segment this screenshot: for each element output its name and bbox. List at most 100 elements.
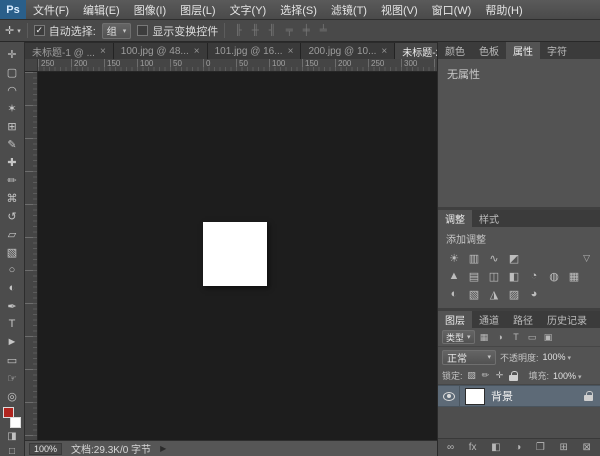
foreground-color-swatch[interactable] (3, 407, 14, 418)
curves-icon[interactable]: ∿ (486, 251, 502, 266)
type-tool[interactable]: T (0, 315, 25, 333)
panel-collapse-icon[interactable]: ▽ (583, 253, 592, 264)
panel-tab[interactable]: 样式 (472, 210, 506, 227)
lock-position-icon[interactable]: ✛ (495, 370, 505, 381)
gradient-map-icon[interactable]: ▨ (506, 287, 522, 302)
document-tab[interactable]: 200.jpg @ 10...× (301, 43, 395, 59)
adjustment-layer-filter-icon[interactable]: ◑ (494, 331, 507, 344)
align-vertical-centers-icon[interactable]: ╪ (299, 25, 313, 36)
align-top-edges-icon[interactable]: ╤ (282, 25, 296, 36)
menu-item[interactable]: 帮助(H) (478, 2, 529, 18)
tab-close-icon[interactable]: × (288, 46, 294, 57)
lasso-tool[interactable]: ◠ (0, 81, 25, 99)
vertical-ruler[interactable] (25, 72, 38, 440)
healing-brush-tool[interactable]: ✚ (0, 153, 25, 171)
document-tab[interactable]: 101.jpg @ 16...× (208, 43, 302, 59)
invert-icon[interactable]: ◐ (446, 287, 462, 302)
checkbox-unchecked[interactable] (137, 25, 148, 36)
eye-icon[interactable] (443, 392, 455, 401)
pasteboard[interactable] (38, 72, 437, 440)
lock-all-icon[interactable] (509, 371, 519, 381)
brush-tool[interactable]: ✏ (0, 171, 25, 189)
eraser-tool[interactable]: ▱ (0, 225, 25, 243)
quick-mask-icon[interactable]: ◨ (0, 429, 25, 444)
shape-layer-filter-icon[interactable]: ▭ (526, 331, 539, 344)
align-left-edges-icon[interactable]: ╟ (231, 25, 245, 36)
shape-tool[interactable]: ▭ (0, 351, 25, 369)
menu-item[interactable]: 图像(I) (127, 2, 173, 18)
background-layer-row[interactable]: 背景 (438, 385, 600, 407)
clone-stamp-tool[interactable]: ⌘ (0, 189, 25, 207)
pen-tool[interactable]: ✒ (0, 297, 25, 315)
panel-tab[interactable]: 字符 (540, 42, 574, 59)
document-tab[interactable]: 未标题-1 @ ...× (25, 43, 114, 59)
layer-visibility-cell[interactable] (438, 386, 460, 406)
document-canvas[interactable] (203, 222, 267, 286)
move-tool[interactable]: ✛ (0, 45, 25, 63)
menu-item[interactable]: 滤镜(T) (324, 2, 374, 18)
menu-item[interactable]: 视图(V) (374, 2, 425, 18)
panel-tab[interactable]: 颜色 (438, 42, 472, 59)
new-group-icon[interactable]: ❐ (536, 442, 545, 453)
align-right-edges-icon[interactable]: ╢ (265, 25, 279, 36)
lock-pixels-icon[interactable]: ✏ (481, 370, 491, 381)
quick-selection-tool[interactable]: ✶ (0, 99, 25, 117)
background-color-swatch[interactable] (10, 417, 21, 428)
zoom-tool[interactable]: ◎ (0, 387, 25, 405)
menu-item[interactable]: 文件(F) (26, 2, 76, 18)
adjustment-layer-icon[interactable]: ◑ (515, 442, 521, 453)
new-layer-icon[interactable]: ⊞ (560, 442, 568, 453)
blend-mode-dropdown[interactable]: 正常 (442, 350, 496, 365)
threshold-icon[interactable]: ◮ (486, 287, 502, 302)
zoom-level-field[interactable]: 100% (29, 443, 62, 455)
horizontal-ruler[interactable]: 25020015010050050100150200250300350 (38, 59, 437, 71)
align-bottom-edges-icon[interactable]: ╧ (316, 25, 330, 36)
vibrance-icon[interactable]: ▲ (446, 269, 462, 284)
tab-close-icon[interactable]: × (194, 46, 200, 57)
panel-tab[interactable]: 通道 (472, 311, 506, 328)
fill-value[interactable]: 100% (553, 371, 582, 381)
type-layer-filter-icon[interactable]: T (510, 331, 523, 344)
menu-item[interactable]: 文字(Y) (223, 2, 274, 18)
smart-object-filter-icon[interactable]: ▣ (542, 331, 555, 344)
document-tab[interactable]: 未标题-2 @ 100%(RGB/8)× (395, 43, 437, 59)
exposure-icon[interactable]: ◩ (506, 251, 522, 266)
tool-preset-picker[interactable]: ✛ ▾ (5, 24, 21, 37)
auto-select-mode-dropdown[interactable]: 组 (102, 23, 132, 39)
tab-close-icon[interactable]: × (100, 46, 106, 57)
align-horizontal-centers-icon[interactable]: ╫ (248, 25, 262, 36)
delete-layer-icon[interactable]: ⊠ (583, 442, 591, 453)
document-tab[interactable]: 100.jpg @ 48...× (114, 43, 208, 59)
panel-tab[interactable]: 属性 (506, 42, 540, 59)
screen-mode-icon[interactable]: □ (0, 444, 25, 456)
auto-select-checkbox[interactable]: ✓ 自动选择: (34, 23, 96, 39)
layer-thumbnail[interactable] (465, 388, 485, 405)
panel-tab[interactable]: 路径 (506, 311, 540, 328)
channel-mixer-icon[interactable]: ◍ (546, 269, 562, 284)
panel-tab[interactable]: 历史记录 (540, 311, 594, 328)
panel-tab[interactable]: 调整 (438, 210, 472, 227)
menu-item[interactable]: 编辑(E) (76, 2, 127, 18)
posterize-icon[interactable]: ▧ (466, 287, 482, 302)
panel-tab[interactable]: 图层 (438, 311, 472, 328)
panel-tab[interactable]: 色板 (472, 42, 506, 59)
link-layers-icon[interactable]: ∞ (447, 442, 454, 453)
layer-mask-icon[interactable]: ◧ (491, 442, 500, 453)
selective-color-icon[interactable]: ◕ (526, 287, 542, 302)
show-transform-checkbox[interactable]: 显示变换控件 (137, 23, 218, 39)
path-selection-tool[interactable]: ► (0, 333, 25, 351)
brightness-contrast-icon[interactable]: ☀ (446, 251, 462, 266)
gradient-tool[interactable]: ▧ (0, 243, 25, 261)
hue-saturation-icon[interactable]: ▤ (466, 269, 482, 284)
ruler-origin-corner[interactable] (25, 59, 38, 71)
hand-tool[interactable]: ☞ (0, 369, 25, 387)
levels-icon[interactable]: ▥ (466, 251, 482, 266)
menu-item[interactable]: 选择(S) (273, 2, 324, 18)
status-popup-arrow-icon[interactable]: ▶ (160, 444, 166, 453)
pixel-layer-filter-icon[interactable]: ▦ (478, 331, 491, 344)
black-white-icon[interactable]: ◧ (506, 269, 522, 284)
crop-tool[interactable]: ⊞ (0, 117, 25, 135)
color-lookup-icon[interactable]: ▦ (566, 269, 582, 284)
photo-filter-icon[interactable]: ◔ (526, 269, 542, 284)
blur-tool[interactable]: ○ (0, 261, 25, 279)
